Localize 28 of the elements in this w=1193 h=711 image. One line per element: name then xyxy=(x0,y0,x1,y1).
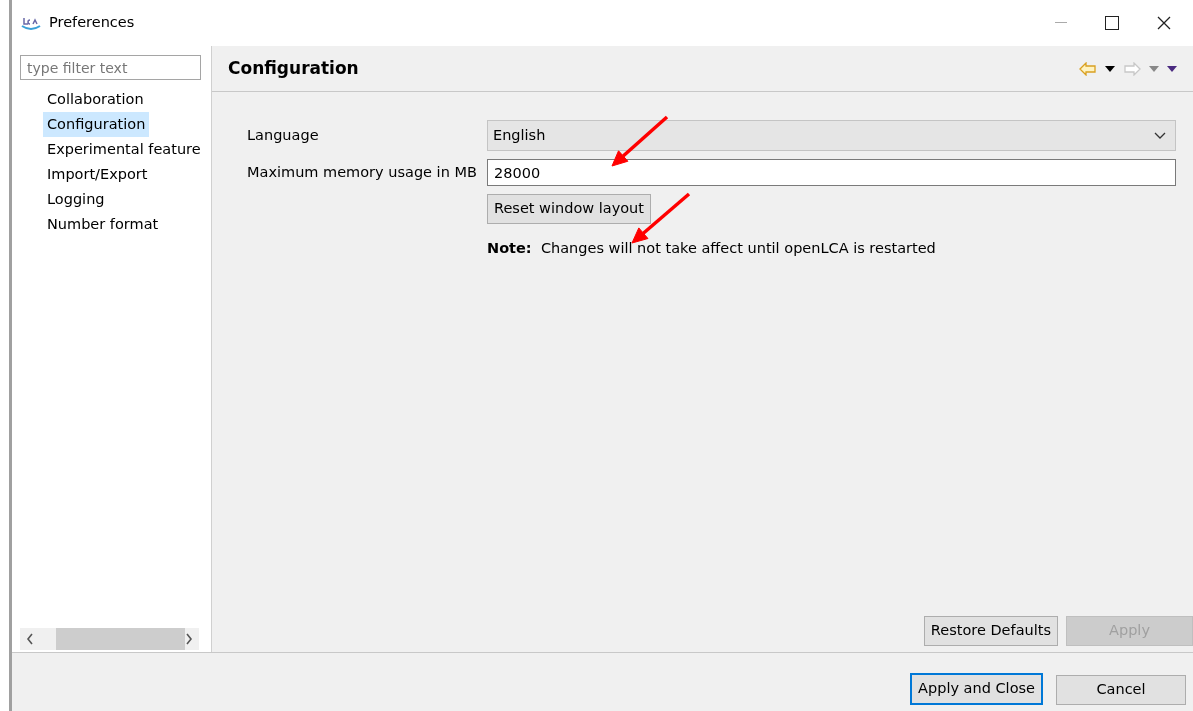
restart-note: Note: Changes will not take affect until openLCA is restarted xyxy=(487,239,936,256)
maximize-icon[interactable] xyxy=(1105,16,1119,30)
tree-item[interactable]: Experimental feature xyxy=(43,137,205,162)
field-label: Language xyxy=(247,125,320,145)
tree-item[interactable]: Configuration xyxy=(43,112,150,137)
apply-and-close-button[interactable]: Apply and Close xyxy=(910,673,1043,705)
tree-item[interactable]: Logging xyxy=(43,187,109,212)
page-title: Configuration xyxy=(228,56,359,80)
tree-item[interactable]: Import/Export xyxy=(43,162,152,187)
window-title: Preferences xyxy=(49,13,135,33)
horizontal-scrollbar[interactable] xyxy=(20,628,199,650)
tree-item[interactable]: Number format xyxy=(43,212,163,237)
annotation-arrow xyxy=(611,115,669,167)
app-logo-icon xyxy=(21,15,41,31)
field-label: Maximum memory usage in MB xyxy=(247,162,478,182)
dropdown-caret-icon[interactable] xyxy=(1105,65,1115,72)
reset-layout-button[interactable]: Reset window layout xyxy=(487,194,651,224)
close-icon[interactable] xyxy=(1157,16,1171,30)
scroll-left-icon[interactable] xyxy=(26,633,34,645)
memory-field[interactable]: 28000 xyxy=(487,159,1176,186)
restore-defaults-button[interactable]: Restore Defaults xyxy=(923,616,1058,646)
scroll-right-icon[interactable] xyxy=(185,633,193,645)
scroll-thumb[interactable] xyxy=(55,628,186,650)
cancel-button[interactable]: Cancel xyxy=(1056,675,1186,705)
chevron-down-icon xyxy=(1154,131,1166,140)
filter-field[interactable]: type filter text xyxy=(20,55,201,80)
tree-item[interactable]: Collaboration xyxy=(43,87,148,112)
language-dropdown[interactable]: English xyxy=(487,120,1176,151)
